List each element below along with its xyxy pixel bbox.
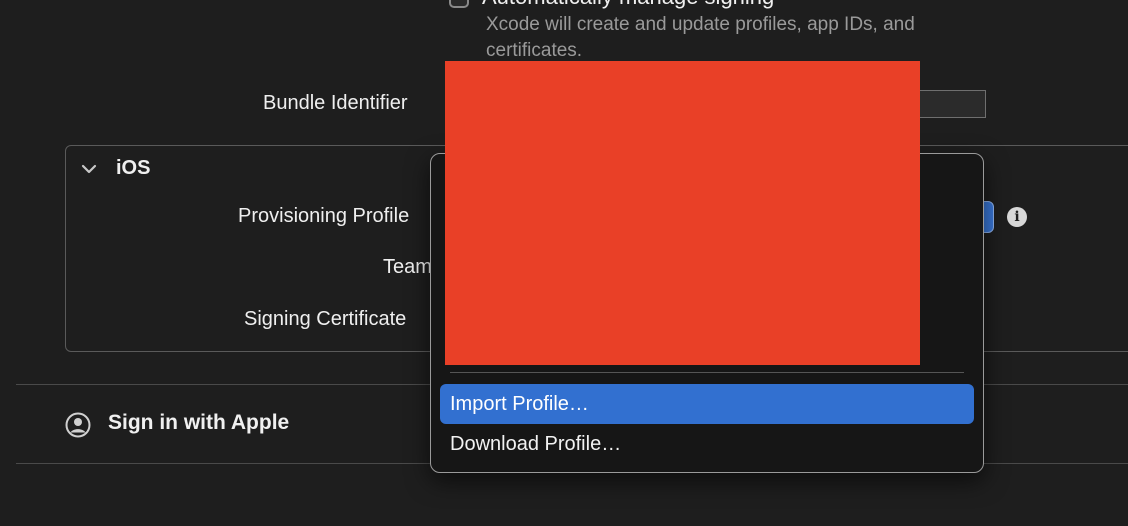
- auto-manage-label: Automatically manage signing: [482, 0, 774, 10]
- bundle-identifier-label: Bundle Identifier: [263, 92, 408, 114]
- ios-section-title: iOS: [116, 157, 151, 179]
- team-label: Team: [383, 256, 432, 278]
- import-profile-menu-item[interactable]: Import Profile…: [440, 384, 974, 424]
- menu-separator: [450, 372, 964, 373]
- download-profile-menu-item[interactable]: Download Profile…: [440, 424, 974, 464]
- chevron-down-icon[interactable]: [80, 160, 98, 178]
- signing-capabilities-pane: Automatically manage signing Xcode will …: [0, 0, 1128, 526]
- sign-in-with-apple-label: Sign in with Apple: [108, 411, 290, 434]
- signing-certificate-label: Signing Certificate: [244, 308, 407, 330]
- person-circle-icon: [65, 412, 91, 438]
- info-icon[interactable]: i: [1007, 207, 1027, 227]
- redacted-region: [445, 61, 920, 365]
- auto-manage-description: Xcode will create and update profiles, a…: [486, 14, 915, 61]
- auto-manage-checkbox[interactable]: [449, 0, 469, 8]
- provisioning-profile-label: Provisioning Profile: [238, 205, 410, 227]
